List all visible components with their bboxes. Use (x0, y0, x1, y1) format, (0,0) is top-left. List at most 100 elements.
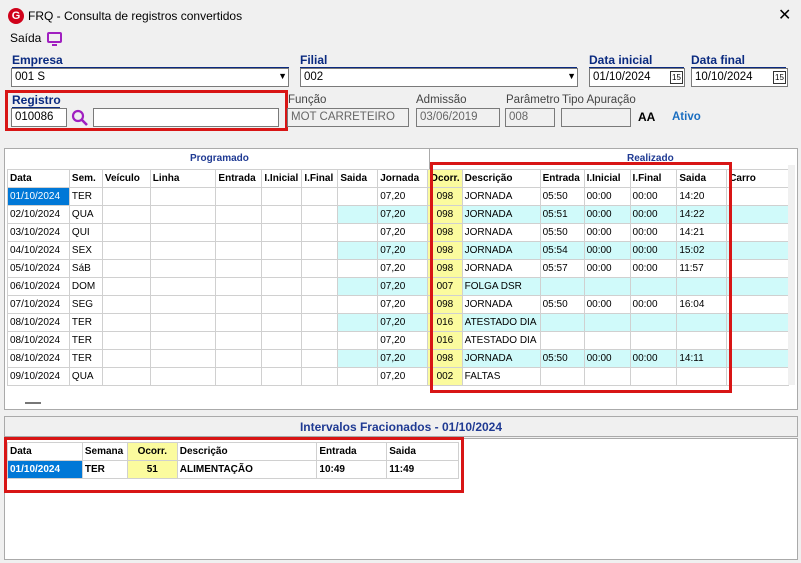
table-cell[interactable] (149, 205, 217, 224)
table-cell[interactable] (726, 259, 789, 278)
column-header[interactable]: Jornada (377, 169, 429, 188)
table-cell[interactable] (261, 277, 303, 296)
table-cell[interactable] (149, 277, 217, 296)
table-cell[interactable] (337, 205, 379, 224)
table-cell[interactable] (101, 187, 151, 206)
table-cell[interactable]: 07,20 (377, 277, 429, 296)
table-cell[interactable]: DOM (68, 277, 103, 296)
table-cell[interactable] (101, 259, 151, 278)
table-cell[interactable] (337, 367, 379, 386)
table-cell[interactable]: SEX (68, 241, 103, 260)
table-cell[interactable] (215, 277, 263, 296)
column-header[interactable]: Entrada (215, 169, 263, 188)
table-cell[interactable] (149, 259, 217, 278)
table-cell[interactable]: 08/10/2024 (7, 349, 70, 368)
font-size-icon[interactable]: AA (638, 110, 655, 124)
column-header[interactable]: Saida (337, 169, 379, 188)
table-cell[interactable]: 07/10/2024 (7, 295, 70, 314)
table-cell[interactable] (149, 313, 217, 332)
column-header[interactable]: Sem. (68, 169, 103, 188)
filial-select[interactable]: 002 ▼ (300, 68, 578, 87)
table-cell[interactable] (726, 349, 789, 368)
table-cell[interactable] (301, 205, 339, 224)
table-cell[interactable] (101, 277, 151, 296)
table-cell[interactable] (337, 331, 379, 350)
table-cell[interactable] (726, 295, 789, 314)
empresa-select[interactable]: 001 S ▼ (11, 68, 289, 87)
table-cell[interactable] (215, 223, 263, 242)
table-cell[interactable] (215, 241, 263, 260)
table-cell[interactable] (101, 313, 151, 332)
table-cell[interactable] (101, 331, 151, 350)
table-cell[interactable] (149, 223, 217, 242)
table-cell[interactable] (726, 187, 789, 206)
table-cell[interactable]: QUI (68, 223, 103, 242)
table-cell[interactable]: SáB (68, 259, 103, 278)
table-cell[interactable] (215, 367, 263, 386)
table-cell[interactable] (337, 313, 379, 332)
table-cell[interactable] (301, 223, 339, 242)
table-cell[interactable]: 02/10/2024 (7, 205, 70, 224)
vertical-scrollbar[interactable] (788, 165, 795, 385)
table-cell[interactable] (261, 259, 303, 278)
table-cell[interactable]: 08/10/2024 (7, 331, 70, 350)
table-cell[interactable]: 07,20 (377, 331, 429, 350)
table-cell[interactable] (215, 205, 263, 224)
table-cell[interactable] (215, 259, 263, 278)
table-cell[interactable]: SEG (68, 295, 103, 314)
table-cell[interactable] (261, 241, 303, 260)
table-cell[interactable] (726, 313, 789, 332)
table-cell[interactable]: 07,20 (377, 367, 429, 386)
table-cell[interactable]: 07,20 (377, 187, 429, 206)
table-cell[interactable]: 07,20 (377, 259, 429, 278)
horizontal-scrollbar[interactable] (25, 402, 41, 404)
column-header[interactable]: I.Final (301, 169, 339, 188)
table-cell[interactable]: TER (68, 313, 103, 332)
table-cell[interactable] (337, 241, 379, 260)
table-cell[interactable] (261, 331, 303, 350)
table-cell[interactable] (301, 277, 339, 296)
calendar-icon[interactable]: 15 (670, 71, 683, 84)
table-cell[interactable]: 05/10/2024 (7, 259, 70, 278)
table-cell[interactable] (337, 295, 379, 314)
column-header[interactable]: Carro (726, 169, 789, 188)
menu-saida[interactable]: Saída (10, 31, 41, 45)
table-cell[interactable] (149, 367, 217, 386)
table-cell[interactable] (726, 367, 789, 386)
table-cell[interactable] (101, 241, 151, 260)
table-cell[interactable] (149, 349, 217, 368)
table-cell[interactable] (149, 295, 217, 314)
table-cell[interactable]: 07,20 (377, 313, 429, 332)
table-cell[interactable] (337, 277, 379, 296)
table-cell[interactable] (337, 223, 379, 242)
table-cell[interactable] (215, 349, 263, 368)
table-cell[interactable] (101, 367, 151, 386)
column-header[interactable]: Data (7, 169, 70, 188)
table-cell[interactable] (301, 313, 339, 332)
table-cell[interactable] (726, 331, 789, 350)
table-cell[interactable] (149, 331, 217, 350)
table-cell[interactable] (215, 295, 263, 314)
table-cell[interactable]: 09/10/2024 (7, 367, 70, 386)
table-cell[interactable] (301, 187, 339, 206)
table-cell[interactable] (101, 223, 151, 242)
column-header[interactable]: Linha (149, 169, 217, 188)
column-header[interactable]: Veículo (101, 169, 151, 188)
table-cell[interactable] (215, 331, 263, 350)
monitor-icon[interactable] (47, 32, 62, 46)
table-cell[interactable]: 06/10/2024 (7, 277, 70, 296)
table-cell[interactable]: 07,20 (377, 295, 429, 314)
table-cell[interactable] (261, 313, 303, 332)
table-cell[interactable] (261, 205, 303, 224)
table-cell[interactable]: 07,20 (377, 349, 429, 368)
table-cell[interactable]: TER (68, 187, 103, 206)
table-cell[interactable] (726, 277, 789, 296)
table-cell[interactable]: TER (68, 331, 103, 350)
table-cell[interactable] (337, 187, 379, 206)
table-cell[interactable] (101, 295, 151, 314)
table-cell[interactable] (726, 223, 789, 242)
data-inicial-field[interactable]: 01/10/2024 15 (589, 68, 685, 87)
table-cell[interactable] (726, 205, 789, 224)
table-cell[interactable] (261, 295, 303, 314)
table-cell[interactable] (261, 187, 303, 206)
